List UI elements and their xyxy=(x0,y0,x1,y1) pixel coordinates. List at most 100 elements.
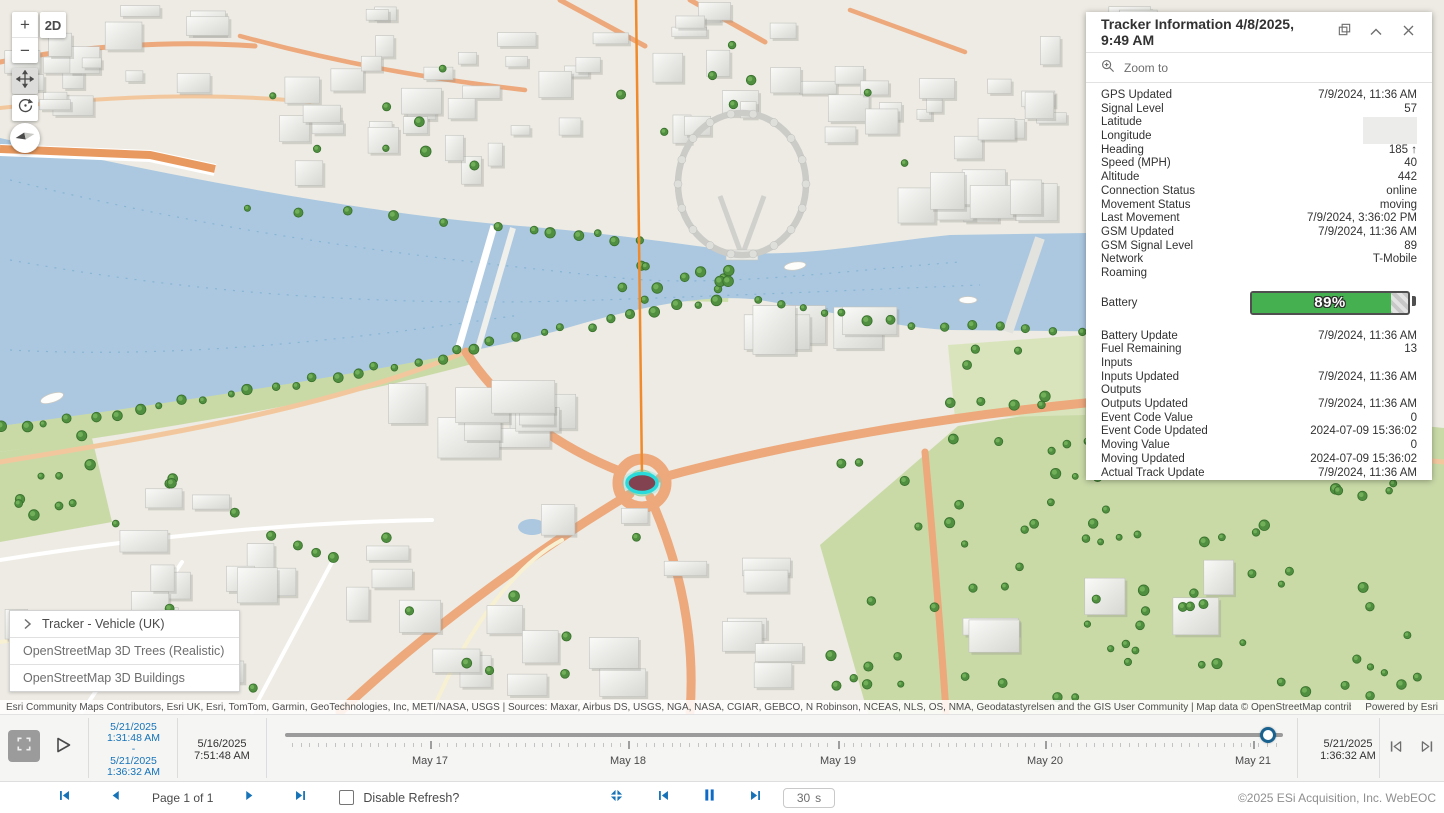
tracker-field-row: Signal Level57 xyxy=(1101,103,1417,117)
axis-day-label: May 18 xyxy=(610,755,646,767)
time-slider-handle[interactable] xyxy=(1260,727,1276,743)
last-page-button[interactable] xyxy=(294,789,307,807)
battery-label: Battery xyxy=(1101,297,1137,309)
field-label: Movement Status xyxy=(1101,199,1190,213)
tick-minor xyxy=(378,743,379,747)
tick-minor xyxy=(948,743,949,747)
tick-minor xyxy=(1112,743,1113,747)
footer-bar: Page 1 of 1 Disable Refresh? xyxy=(0,781,1444,813)
tick-minor xyxy=(318,743,319,747)
zoom-in-button[interactable]: + xyxy=(12,12,38,37)
field-value-redacted xyxy=(1363,117,1417,130)
prev-page-icon xyxy=(109,789,122,807)
tracker-field-row: Outputs xyxy=(1101,384,1417,398)
field-value: 89 xyxy=(1404,240,1417,254)
tick-minor xyxy=(465,743,466,747)
next-page-button[interactable] xyxy=(243,789,256,807)
disable-refresh-checkbox[interactable] xyxy=(339,790,354,805)
playback-controls: 30 s xyxy=(609,782,835,813)
tracker-field-row: GSM Signal Level89 xyxy=(1101,240,1417,254)
tick-minor xyxy=(1017,743,1018,747)
tick-minor xyxy=(1276,743,1277,747)
tick-minor xyxy=(525,743,526,747)
copyright-text: ©2025 ESi Acquisition, Inc. WebEOC xyxy=(1238,782,1436,813)
time-slider[interactable]: May 17May 18May 19May 20May 21 xyxy=(285,715,1285,782)
zoom-extent-button[interactable] xyxy=(609,788,624,808)
skip-to-start-button[interactable] xyxy=(657,789,670,807)
field-label: GPS Updated xyxy=(1101,89,1172,103)
toggle-2d-button[interactable]: 2D xyxy=(40,12,66,38)
disable-refresh-label: Disable Refresh? xyxy=(363,791,459,805)
tick-minor xyxy=(1025,743,1026,747)
step-back-button[interactable] xyxy=(1385,739,1405,759)
pause-button[interactable] xyxy=(703,788,716,807)
tick-minor xyxy=(991,743,992,747)
field-value: 7/9/2024, 11:36 AM xyxy=(1318,330,1417,344)
field-label: Network xyxy=(1101,253,1143,267)
dock-button[interactable] xyxy=(1332,20,1356,44)
tick-minor xyxy=(361,743,362,747)
tick-minor xyxy=(723,743,724,747)
tracker-field-row: Outputs Updated7/9/2024, 11:36 AM xyxy=(1101,398,1417,412)
tracker-field-row: NetworkT-Mobile xyxy=(1101,253,1417,267)
end-time: 1:36:32 AM xyxy=(1306,750,1390,762)
field-value: 57 xyxy=(1404,103,1417,117)
skip-to-end-button[interactable] xyxy=(749,789,762,807)
tick-minor xyxy=(1051,743,1052,747)
tick-minor xyxy=(698,743,699,747)
collapse-button[interactable] xyxy=(1364,20,1388,44)
panel-header: Tracker Information 4/8/2025, 9:49 AM xyxy=(1086,12,1432,53)
page-label: Page 1 of 1 xyxy=(152,791,213,805)
time-slider-track[interactable] xyxy=(285,733,1283,737)
layer-item-tracker-vehicle-uk[interactable]: Tracker - Vehicle (UK) xyxy=(10,611,239,637)
range-end-time: 1:36:32 AM xyxy=(91,767,176,778)
tick-minor xyxy=(663,743,664,747)
time-range-link[interactable]: 5/21/2025 1:31:48 AM - 5/21/2025 1:36:32… xyxy=(91,722,176,778)
tick-minor xyxy=(499,743,500,747)
current-date: 5/16/2025 xyxy=(180,738,264,750)
field-label: Moving Updated xyxy=(1101,453,1185,467)
timeline-fullscreen-button[interactable] xyxy=(8,730,40,762)
tracker-marker[interactable] xyxy=(622,470,662,496)
compass-button[interactable] xyxy=(10,123,40,153)
prev-page-button[interactable] xyxy=(109,789,122,807)
tick-minor xyxy=(922,743,923,747)
tick-minor xyxy=(965,743,966,747)
tick-minor xyxy=(447,743,448,747)
timeline-play-button[interactable] xyxy=(52,736,74,758)
field-label: Altitude xyxy=(1101,171,1139,185)
tick-minor xyxy=(508,743,509,747)
timeline-bar: 5/21/2025 1:31:48 AM - 5/21/2025 1:36:32… xyxy=(0,714,1444,781)
refresh-interval-input[interactable]: 30 s xyxy=(783,788,835,808)
tick-minor xyxy=(818,743,819,747)
field-label: Outputs xyxy=(1101,384,1141,398)
field-label: Roaming xyxy=(1101,267,1147,281)
tick-minor xyxy=(421,743,422,747)
field-label: Moving Value xyxy=(1101,439,1170,453)
step-forward-button[interactable] xyxy=(1417,739,1437,759)
tick-minor xyxy=(982,743,983,747)
tick-minor xyxy=(568,743,569,747)
tracker-field-row: Heading185 ↑ xyxy=(1101,144,1417,158)
disable-refresh-control: Disable Refresh? xyxy=(339,790,459,805)
divider xyxy=(88,718,89,778)
tick-minor xyxy=(974,743,975,747)
first-page-button[interactable] xyxy=(58,789,71,807)
layer-item-osm-3d-buildings[interactable]: OpenStreetMap 3D Buildings xyxy=(10,664,239,691)
tracker-field-row: Last Movement7/9/2024, 3:36:02 PM xyxy=(1101,212,1417,226)
close-button[interactable] xyxy=(1396,20,1420,44)
tick-minor xyxy=(577,743,578,747)
tick-minor xyxy=(810,743,811,747)
fullscreen-icon xyxy=(15,735,33,758)
layer-item-osm-3d-trees[interactable]: OpenStreetMap 3D Trees (Realistic) xyxy=(10,637,239,664)
tick-minor xyxy=(292,743,293,747)
tick-minor xyxy=(646,743,647,747)
zoom-out-button[interactable]: − xyxy=(12,37,38,63)
rotate-tool-button[interactable] xyxy=(12,95,38,121)
field-label: Last Movement xyxy=(1101,212,1180,226)
last-page-icon xyxy=(294,789,307,807)
pan-tool-button[interactable] xyxy=(12,68,38,94)
tick-minor xyxy=(689,743,690,747)
zoom-to-action[interactable]: Zoom to xyxy=(1086,53,1432,83)
webeoc-tracker-app: + − 2D xyxy=(0,0,1444,813)
